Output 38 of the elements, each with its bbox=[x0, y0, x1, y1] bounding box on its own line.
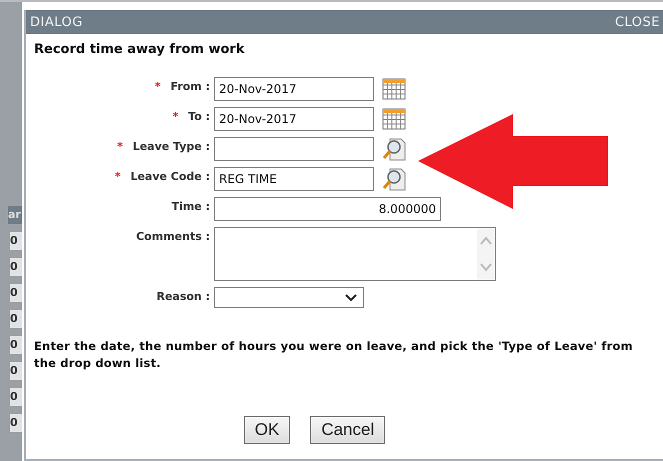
ok-button[interactable]: OK bbox=[244, 416, 290, 444]
table-cell-fragment: 0 bbox=[10, 284, 22, 302]
reason-dropdown[interactable] bbox=[214, 287, 364, 308]
magnifier-icon[interactable] bbox=[382, 137, 406, 161]
field-label: Comments : bbox=[136, 230, 210, 243]
lookup-field[interactable] bbox=[214, 137, 374, 161]
chevron-down-icon bbox=[345, 294, 357, 302]
dialog-title: DIALOG bbox=[30, 14, 83, 30]
required-asterisk: * bbox=[154, 80, 161, 93]
required-asterisk: * bbox=[114, 170, 121, 183]
date-field[interactable]: 20-Nov-2017 bbox=[214, 77, 374, 101]
cancel-button[interactable]: Cancel bbox=[310, 416, 386, 444]
comments-field[interactable] bbox=[214, 227, 496, 281]
calendar-icon[interactable] bbox=[382, 108, 406, 130]
table-cell-fragment: 0 bbox=[10, 258, 22, 276]
table-cell-fragment: 0 bbox=[10, 310, 22, 328]
instructions-text: Enter the date, the number of hours you were on leave, and pick the 'Type of Leave' from the drop down list. bbox=[34, 338, 634, 372]
table-cell-fragment: 0 bbox=[10, 414, 22, 432]
dialog-heading: Record time away from work bbox=[34, 42, 246, 57]
table-cell-fragment: 0 bbox=[10, 388, 22, 406]
field-label: To : bbox=[188, 110, 210, 123]
table-cell-fragment: 0 bbox=[10, 362, 22, 380]
table-header-fragment: ar bbox=[8, 206, 22, 224]
field-label: Leave Type : bbox=[132, 140, 210, 153]
lookup-field[interactable]: REG TIME bbox=[214, 167, 374, 191]
time-field[interactable]: 8.000000 bbox=[214, 197, 441, 221]
required-asterisk: * bbox=[172, 110, 178, 123]
date-field[interactable]: 20-Nov-2017 bbox=[214, 107, 374, 131]
table-cell-fragment: 0 bbox=[10, 232, 22, 250]
field-label: From : bbox=[170, 80, 210, 93]
field-label: Leave Code : bbox=[130, 170, 210, 183]
field-label: Reason : bbox=[156, 290, 210, 303]
close-link[interactable]: CLOSE bbox=[614, 14, 660, 30]
field-label: Time : bbox=[172, 200, 210, 213]
calendar-icon[interactable] bbox=[382, 78, 406, 100]
required-asterisk: * bbox=[117, 140, 123, 153]
magnifier-icon[interactable] bbox=[382, 167, 406, 191]
table-cell-fragment: 0 bbox=[10, 336, 22, 354]
